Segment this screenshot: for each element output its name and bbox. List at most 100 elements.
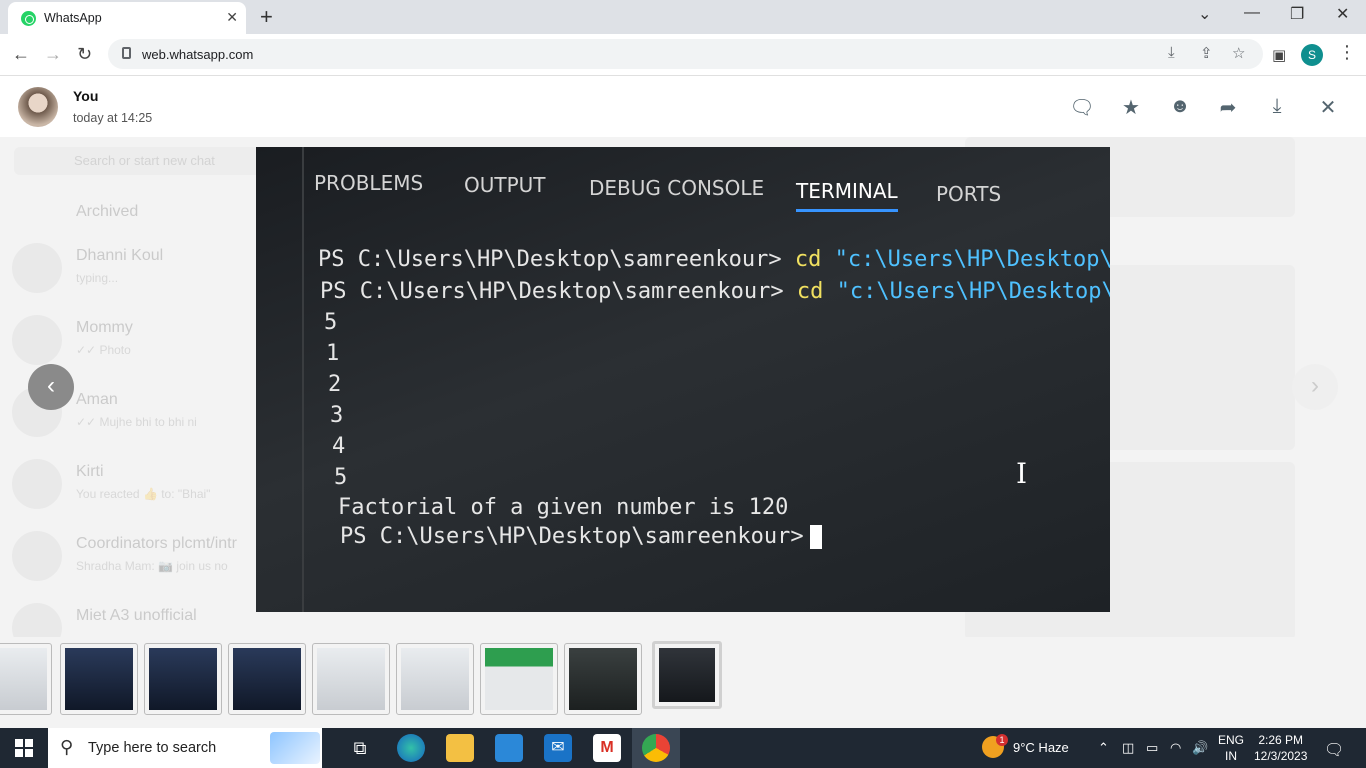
media-thumbnail[interactable] bbox=[564, 643, 642, 715]
media-thumbnail[interactable] bbox=[144, 643, 222, 715]
windows-taskbar: ⚲ Type here to search ⧉ ✉ M 1 9°C Haze ⌃… bbox=[0, 728, 1366, 768]
media-thumbnail-selected[interactable] bbox=[652, 641, 722, 709]
terminal-command: cd bbox=[794, 247, 822, 272]
chrome-icon[interactable] bbox=[642, 734, 670, 762]
background-search-box: Search or start new chat bbox=[14, 147, 294, 175]
list-item-name: Aman bbox=[76, 391, 118, 408]
list-item-sub: Shradha Mam: 📷 join us no bbox=[76, 559, 228, 573]
system-clock[interactable]: 2:26 PM 12/3/2023 bbox=[1254, 732, 1307, 764]
menu-kebab-icon[interactable]: ⋮ bbox=[1338, 42, 1356, 63]
browser-tab-whatsapp[interactable]: WhatsApp ✕ bbox=[8, 2, 246, 34]
notification-center-icon[interactable]: 🗨 bbox=[1324, 740, 1344, 760]
profile-avatar[interactable]: S bbox=[1301, 44, 1323, 66]
media-thumbnail[interactable] bbox=[312, 643, 390, 715]
terminal-result-line: Factorial of a given number is 120 bbox=[338, 495, 789, 520]
terminal-argument: "c:\Users\HP\Desktop\sa bbox=[836, 279, 1110, 304]
media-thumbnail[interactable] bbox=[60, 643, 138, 715]
taskbar-search-placeholder: Type here to search bbox=[88, 740, 217, 756]
clock-time: 2:26 PM bbox=[1258, 733, 1304, 747]
tab-problems: PROBLEMS bbox=[314, 171, 424, 195]
whatsapp-page: Search or start new chat Archived Dhanni… bbox=[0, 77, 1366, 728]
show-hidden-icons-chevron-icon[interactable]: ⌃ bbox=[1098, 740, 1109, 756]
tab-title: WhatsApp bbox=[44, 11, 102, 25]
react-emoji-icon[interactable]: ☻ bbox=[1167, 95, 1193, 118]
back-button[interactable]: ← bbox=[12, 44, 30, 65]
sender-name: You bbox=[73, 88, 99, 104]
edge-icon[interactable] bbox=[397, 734, 425, 762]
address-bar-row: ← → ↻ web.whatsapp.com ⤓ ⇪ ☆ ▣ S ⋮ bbox=[0, 34, 1366, 76]
forward-button[interactable]: → bbox=[44, 44, 62, 65]
avatar[interactable] bbox=[18, 87, 58, 127]
search-highlight-image[interactable] bbox=[270, 732, 320, 764]
media-thumbnail[interactable] bbox=[0, 643, 52, 715]
file-explorer-icon[interactable] bbox=[446, 734, 474, 762]
next-media-button[interactable]: › bbox=[1292, 364, 1338, 410]
minimize-button[interactable]: — bbox=[1244, 4, 1260, 22]
media-thumbnail-strip bbox=[0, 637, 1366, 728]
list-item-name: Coordinators plcmt/intr bbox=[76, 535, 237, 552]
tab-terminal: TERMINAL bbox=[796, 179, 898, 212]
language-top: ENG bbox=[1217, 733, 1244, 747]
windows-start-icon[interactable] bbox=[15, 739, 33, 757]
media-thumbnail[interactable] bbox=[480, 643, 558, 715]
taskbar-search-box[interactable]: ⚲ Type here to search bbox=[48, 728, 322, 768]
tab-search-chevron-icon[interactable]: ⌄ bbox=[1198, 4, 1211, 24]
list-item-sub: ✓✓ Mujhe bhi to bhi ni bbox=[76, 415, 197, 429]
list-item-sub: ✓✓ Photo bbox=[76, 343, 131, 357]
terminal-output-line: 5 bbox=[324, 310, 338, 335]
terminal-argument: "c:\Users\HP\Desktop\s bbox=[834, 247, 1110, 272]
reload-button[interactable]: ↻ bbox=[77, 44, 92, 65]
side-panel-icon[interactable]: ▣ bbox=[1272, 46, 1286, 64]
media-viewer-header: You today at 14:25 🗨 ★ ☻ ➦ ⤓ ✕ bbox=[0, 77, 1366, 137]
terminal-prompt: PS C:\Users\HP\Desktop\samreenkour> bbox=[320, 279, 784, 304]
lock-icon[interactable] bbox=[122, 47, 131, 59]
terminal-line: PS C:\Users\HP\Desktop\samreenkour> cd "… bbox=[320, 279, 1110, 304]
tab-output: OUTPUT bbox=[464, 173, 546, 197]
avatar bbox=[12, 531, 62, 581]
terminal-output-line: 4 bbox=[332, 434, 346, 459]
install-app-icon[interactable]: ⤓ bbox=[1168, 44, 1175, 61]
url-text[interactable]: web.whatsapp.com bbox=[142, 47, 253, 62]
omnibox[interactable]: web.whatsapp.com ⤓ ⇪ ☆ bbox=[108, 39, 1263, 69]
media-thumbnail[interactable] bbox=[228, 643, 306, 715]
terminal-output-line: 1 bbox=[326, 341, 340, 366]
terminal-prompt: PS C:\Users\HP\Desktop\samreenkour> bbox=[318, 247, 782, 272]
download-icon[interactable]: ⤓ bbox=[1264, 95, 1290, 118]
avatar bbox=[12, 315, 62, 365]
previous-media-button[interactable]: ‹ bbox=[28, 364, 74, 410]
list-item-sub: typing... bbox=[76, 271, 119, 285]
clock-date: 12/3/2023 bbox=[1254, 749, 1308, 763]
list-item-name: Kirti bbox=[76, 463, 104, 480]
list-item-name: Dhanni Koul bbox=[76, 247, 164, 264]
panel-divider bbox=[302, 147, 304, 612]
gmail-icon[interactable]: M bbox=[593, 734, 621, 762]
share-icon[interactable]: ⇪ bbox=[1200, 44, 1213, 62]
microsoft-store-icon[interactable] bbox=[495, 734, 523, 762]
list-item-sub: You reacted 👍 to: "Bhai" bbox=[76, 487, 211, 501]
tab-close-icon[interactable]: ✕ bbox=[226, 9, 238, 26]
speaker-icon[interactable]: 🔊 bbox=[1192, 740, 1208, 756]
terminal-output-line: 3 bbox=[330, 403, 344, 428]
bookmark-star-icon[interactable]: ☆ bbox=[1232, 44, 1245, 62]
mail-icon[interactable]: ✉ bbox=[544, 734, 572, 762]
task-view-icon[interactable]: ⧉ bbox=[346, 734, 374, 762]
list-item-name: Mommy bbox=[76, 319, 133, 336]
battery-icon[interactable]: ▭ bbox=[1146, 740, 1158, 756]
wifi-icon[interactable]: ◠ bbox=[1170, 740, 1181, 756]
language-indicator[interactable]: ENG IN bbox=[1216, 732, 1246, 764]
new-tab-button[interactable]: + bbox=[260, 4, 273, 30]
whatsapp-favicon-icon bbox=[21, 11, 36, 26]
text-cursor-ibeam-icon: I bbox=[1016, 457, 1028, 490]
media-thumbnail[interactable] bbox=[396, 643, 474, 715]
go-to-message-icon[interactable]: 🗨 bbox=[1069, 95, 1095, 120]
weather-text[interactable]: 9°C Haze bbox=[1013, 740, 1069, 755]
forward-icon[interactable]: ➦ bbox=[1215, 95, 1241, 120]
close-viewer-icon[interactable]: ✕ bbox=[1315, 95, 1341, 120]
restore-button[interactable]: ❐ bbox=[1290, 4, 1304, 24]
list-item-name: Miet A3 unofficial bbox=[76, 607, 197, 624]
terminal-line: PS C:\Users\HP\Desktop\samreenkour> bbox=[340, 524, 822, 549]
meet-now-icon[interactable]: ◫ bbox=[1122, 740, 1134, 756]
star-icon[interactable]: ★ bbox=[1118, 95, 1144, 120]
window-close-button[interactable]: ✕ bbox=[1336, 4, 1349, 24]
search-icon: ⚲ bbox=[60, 737, 74, 757]
